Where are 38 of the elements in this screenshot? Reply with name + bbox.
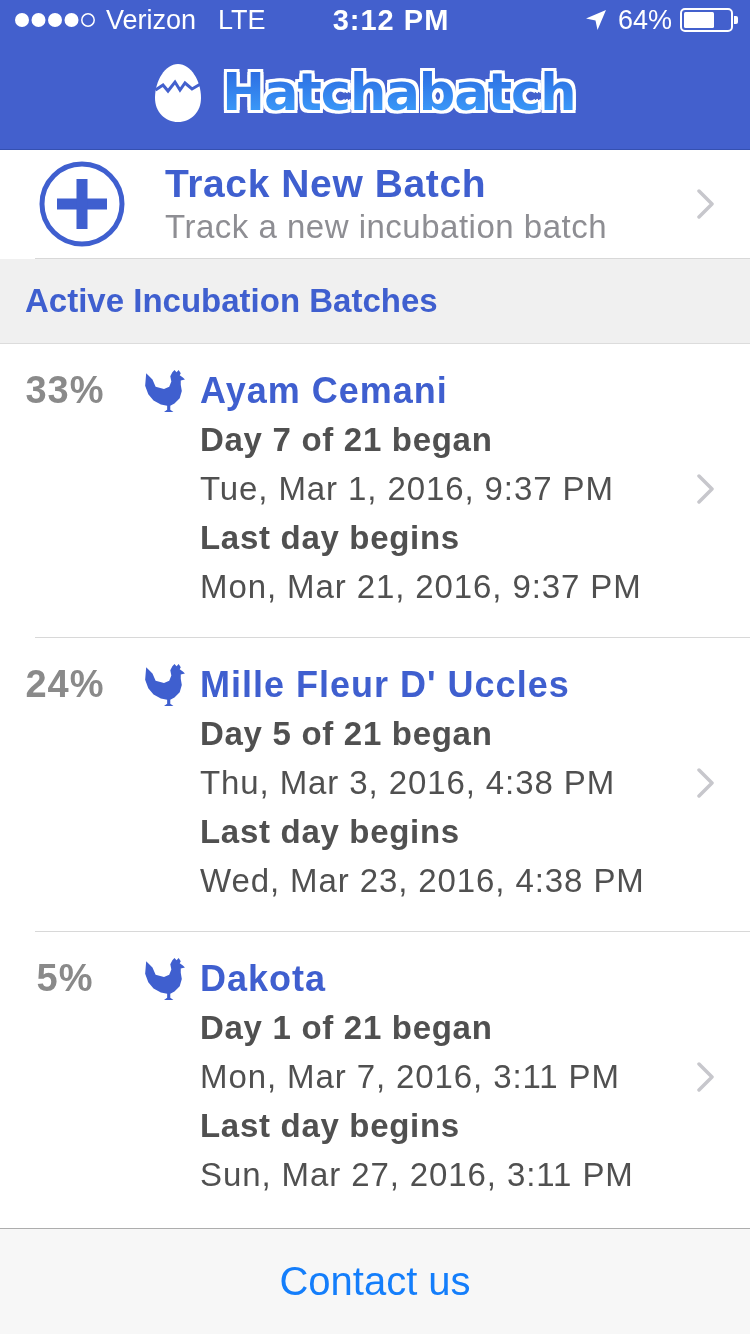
clock-time: 3:12 PM bbox=[332, 3, 450, 37]
signal-strength-icon bbox=[14, 12, 96, 28]
chicken-icon bbox=[143, 957, 185, 1001]
last-day-date: Mon, Mar 21, 2016, 9:37 PM bbox=[200, 567, 643, 607]
batch-name: Ayam Cemani bbox=[200, 369, 449, 413]
progress-percentage: 24% bbox=[24, 662, 106, 707]
battery-percentage: 64% bbox=[617, 4, 672, 36]
chevron-icon bbox=[697, 473, 715, 504]
batch-name: Mille Fleur D' Uccles bbox=[200, 663, 571, 707]
progress-percentage: 5% bbox=[35, 956, 95, 1001]
chicken-icon bbox=[143, 663, 185, 707]
carrier-name: Verizon bbox=[106, 4, 197, 36]
section-title: Active Incubation Batches bbox=[25, 282, 438, 320]
battery-icon bbox=[680, 8, 738, 32]
cracked-egg-icon bbox=[154, 63, 203, 122]
last-day-date: Sun, Mar 27, 2016, 3:11 PM bbox=[200, 1155, 635, 1195]
location-arrow-icon bbox=[585, 10, 606, 30]
chevron-icon bbox=[697, 1061, 715, 1092]
last-day-label: Last day begins bbox=[200, 812, 461, 852]
current-day-label: Day 7 of 21 began bbox=[200, 420, 494, 460]
current-day-date: Thu, Mar 3, 2016, 4:38 PM bbox=[200, 763, 617, 803]
batch-name: Dakota bbox=[200, 957, 328, 1001]
chicken-icon bbox=[143, 369, 185, 413]
track-new-batch-subtitle: Track a new incubation batch bbox=[165, 207, 609, 247]
chevron-icon bbox=[697, 189, 715, 219]
last-day-label: Last day begins bbox=[200, 518, 461, 558]
current-day-date: Mon, Mar 7, 2016, 3:11 PM bbox=[200, 1057, 621, 1097]
current-day-label: Day 1 of 21 began bbox=[200, 1008, 494, 1048]
network-type: LTE bbox=[218, 4, 266, 36]
last-day-label: Last day begins bbox=[200, 1106, 461, 1146]
current-day-label: Day 5 of 21 began bbox=[200, 714, 494, 754]
current-day-date: Tue, Mar 1, 2016, 9:37 PM bbox=[200, 469, 615, 509]
chevron-icon bbox=[697, 767, 715, 798]
progress-percentage: 33% bbox=[24, 368, 106, 413]
contact-us-link[interactable]: Contact us bbox=[275, 1259, 475, 1304]
last-day-date: Wed, Mar 23, 2016, 4:38 PM bbox=[200, 861, 646, 901]
track-new-batch-title: Track New Batch bbox=[165, 161, 488, 207]
plus-circle-icon bbox=[39, 161, 125, 247]
